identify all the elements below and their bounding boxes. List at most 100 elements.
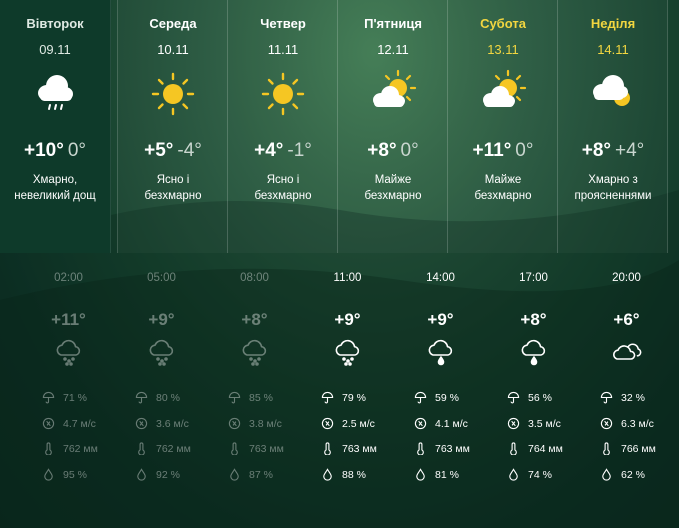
temp-high: +10° bbox=[24, 140, 64, 161]
wind-icon bbox=[135, 417, 148, 430]
umbrella-icon bbox=[42, 391, 55, 404]
umbrella-icon bbox=[135, 391, 148, 404]
day-description: Майже безхмарно bbox=[342, 172, 444, 204]
hour-time: 08:00 bbox=[240, 272, 269, 284]
day-sunday[interactable]: Неділя 14.11 +8° +4° Хмарно з проясненнями bbox=[557, 0, 668, 253]
day-description: Ясно і безхмарно bbox=[232, 172, 334, 204]
day-date: 09.11 bbox=[39, 42, 71, 57]
pressure-value: 766 мм bbox=[621, 442, 656, 455]
temp-low: 0° bbox=[400, 140, 419, 161]
sun-cloud-icon bbox=[373, 69, 417, 107]
drop-icon bbox=[230, 468, 239, 481]
precipitation: 59 % bbox=[414, 391, 459, 404]
day-saturday[interactable]: Субота 13.11 +11° 0° Майже безхмарно bbox=[447, 0, 558, 253]
humidity-value: 87 % bbox=[249, 468, 273, 481]
day-temperatures: +10° 0° bbox=[0, 140, 110, 162]
hour-time: 11:00 bbox=[333, 272, 362, 284]
temp-high: +8° bbox=[367, 140, 397, 161]
day-temperatures: +5° -4° bbox=[118, 140, 228, 162]
temp-high: +8° bbox=[581, 140, 611, 161]
snow-rain-cloud-icon bbox=[242, 339, 267, 366]
snow-rain-cloud-icon bbox=[335, 339, 360, 366]
precip-value: 79 % bbox=[342, 391, 366, 404]
day-friday[interactable]: П'ятниця 12.11 +8° 0° Майже безхмарно bbox=[337, 0, 448, 253]
hour-temp: +6° bbox=[613, 310, 640, 329]
wind-icon bbox=[600, 417, 613, 430]
day-name: Середа bbox=[149, 16, 197, 31]
humidity-value: 74 % bbox=[528, 468, 552, 481]
day-name: П'ятниця bbox=[364, 16, 422, 31]
humidity-value: 81 % bbox=[435, 468, 459, 481]
next-day-edge[interactable] bbox=[667, 0, 679, 253]
desc-line-2: безхмарно bbox=[254, 190, 312, 202]
thermometer-icon bbox=[324, 442, 331, 455]
precip-value: 32 % bbox=[621, 391, 645, 404]
precipitation: 56 % bbox=[507, 391, 552, 404]
thermometer-icon bbox=[510, 442, 517, 455]
hour-time: 14:00 bbox=[426, 272, 455, 284]
hour-time: 02:00 bbox=[54, 272, 83, 284]
hour-time: 17:00 bbox=[519, 272, 548, 284]
drop-icon bbox=[602, 468, 611, 481]
wind-icon bbox=[507, 417, 520, 430]
snow-rain-cloud-icon bbox=[56, 339, 81, 366]
day-description: Хмарно, невеликий дощ bbox=[4, 172, 106, 204]
day-date: 10.11 bbox=[157, 42, 189, 57]
humidity: 88 % bbox=[321, 468, 366, 481]
humidity-value: 95 % bbox=[63, 468, 87, 481]
wind: 4.1 м/с bbox=[414, 417, 468, 430]
cloud-sun-icon bbox=[593, 75, 630, 106]
precip-value: 59 % bbox=[435, 391, 459, 404]
drop-icon bbox=[416, 468, 425, 481]
pressure: 766 мм bbox=[600, 442, 656, 455]
desc-line-1: Ясно і bbox=[156, 174, 190, 186]
day-thursday[interactable]: Четвер 11.11 +4° -1° Ясно і безхмарно bbox=[227, 0, 338, 253]
wind-icon bbox=[414, 417, 427, 430]
sun-cloud-icon bbox=[483, 69, 527, 107]
umbrella-icon bbox=[600, 391, 613, 404]
umbrella-icon bbox=[321, 391, 334, 404]
desc-line-2: проясненнями bbox=[574, 190, 652, 202]
desc-line-2: безхмарно bbox=[474, 190, 532, 202]
humidity: 74 % bbox=[507, 468, 552, 481]
humidity-value: 92 % bbox=[156, 468, 180, 481]
precipitation: 79 % bbox=[321, 391, 366, 404]
day-temperatures: +8° +4° bbox=[558, 140, 668, 162]
thermometer-icon bbox=[138, 442, 145, 455]
temp-low: +4° bbox=[615, 140, 645, 161]
humidity-value: 88 % bbox=[342, 468, 366, 481]
precipitation: 71 % bbox=[42, 391, 87, 404]
day-tuesday[interactable]: Вівторок 09.11 +10° 0° Хмарно, невеликий д… bbox=[0, 0, 111, 253]
hourly-forecast: 02:00 +11° 71 % 4.7 м/с 762 мм 95 % 05:0… bbox=[0, 253, 679, 528]
pressure-value: 762 мм bbox=[156, 442, 191, 455]
precip-value: 85 % bbox=[249, 391, 273, 404]
humidity-value: 62 % bbox=[621, 468, 645, 481]
day-temperatures: +8° 0° bbox=[338, 140, 448, 162]
wind: 3.6 м/с bbox=[135, 417, 189, 430]
day-name: Вівторок bbox=[26, 16, 84, 31]
wind: 4.7 м/с bbox=[42, 417, 96, 430]
umbrella-icon bbox=[414, 391, 427, 404]
wind-value: 6.3 м/с bbox=[621, 417, 654, 430]
pressure-value: 763 мм bbox=[342, 442, 377, 455]
wind-icon bbox=[42, 417, 55, 430]
rain-cloud-icon bbox=[38, 75, 73, 110]
wind-value: 2.5 м/с bbox=[342, 417, 375, 430]
temp-low: 0° bbox=[67, 140, 86, 161]
wind-value: 3.8 м/с bbox=[249, 417, 282, 430]
pressure-value: 763 мм bbox=[249, 442, 284, 455]
umbrella-icon bbox=[507, 391, 520, 404]
pressure-value: 762 мм bbox=[63, 442, 98, 455]
temp-high: +11° bbox=[472, 140, 512, 161]
precip-value: 56 % bbox=[528, 391, 552, 404]
wind-value: 4.7 м/с bbox=[63, 417, 96, 430]
desc-line-1: Хмарно, bbox=[32, 174, 78, 186]
day-temperatures: +4° -1° bbox=[228, 140, 338, 162]
hour-time: 05:00 bbox=[147, 272, 176, 284]
day-wednesday[interactable]: Середа 10.11 +5° -4° Ясно і безхмарно bbox=[117, 0, 228, 253]
desc-line-1: Майже bbox=[484, 174, 522, 186]
wind: 3.5 м/с bbox=[507, 417, 561, 430]
humidity: 95 % bbox=[42, 468, 87, 481]
temp-low: 0° bbox=[515, 140, 534, 161]
wind-value: 3.5 м/с bbox=[528, 417, 561, 430]
